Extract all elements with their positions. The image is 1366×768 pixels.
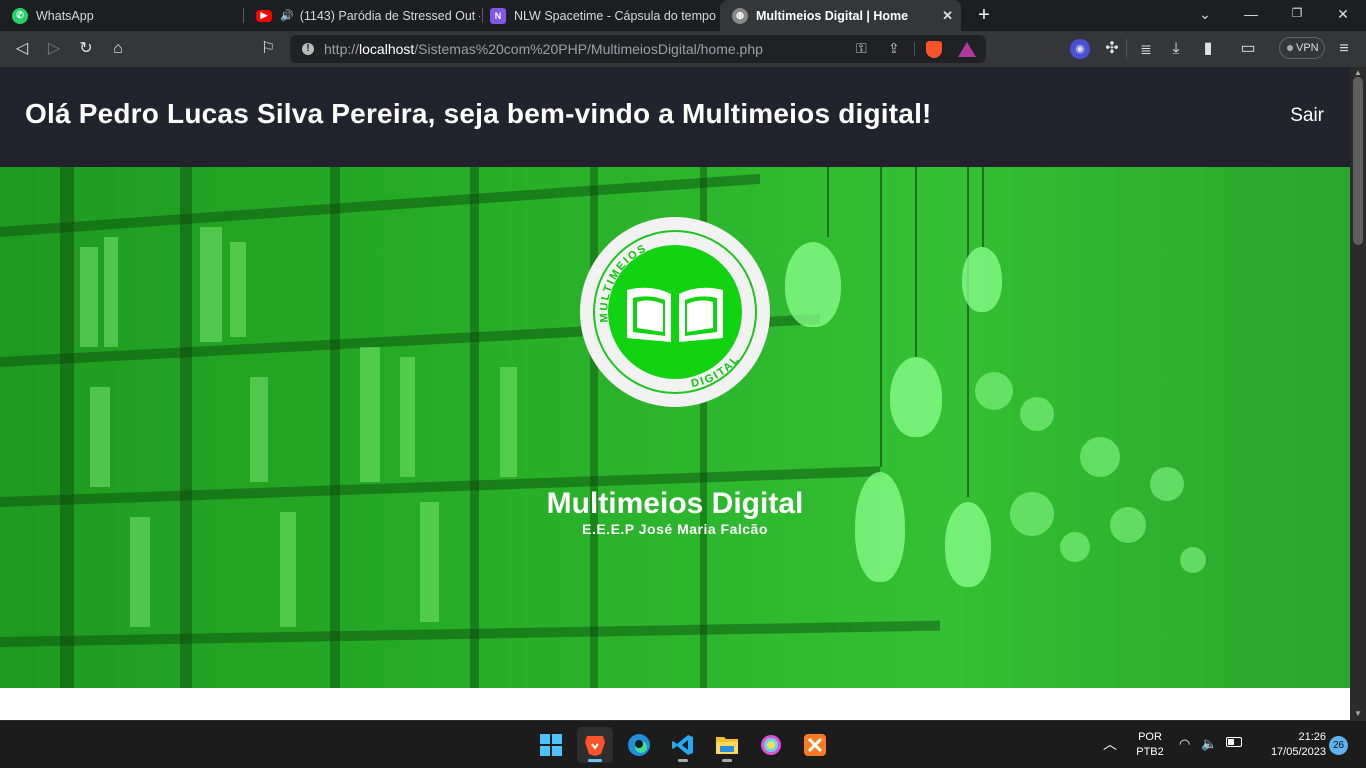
windows-taskbar: ︿ POR PTB2 ◠ 🔈 21:26 17/05/2023 26 (0, 720, 1366, 768)
tab-title: NLW Spacetime - Cápsula do tempo (514, 8, 716, 23)
tab-nlw[interactable]: N NLW Spacetime - Cápsula do tempo (478, 0, 718, 31)
active-indicator (588, 759, 602, 762)
address-toolbar: ◁ ▷ ↻ ⌂ ⚐ ! http://localhost/Sistemas%20… (0, 31, 1366, 67)
svg-text:DIGITAL: DIGITAL (690, 353, 742, 390)
bookmark-icon[interactable]: ⚐ (258, 39, 278, 59)
share-icon[interactable]: ⇪ (888, 40, 900, 57)
battery-icon[interactable] (1226, 737, 1242, 747)
tray-chevron-icon[interactable]: ︿ (1103, 734, 1117, 754)
back-icon[interactable]: ◁ (12, 39, 32, 59)
color-picker-icon[interactable] (753, 727, 789, 763)
nlw-icon: N (490, 7, 506, 24)
restore-icon[interactable]: ❐ (1287, 6, 1307, 20)
screen: ✆ WhatsApp ▶ 🔊 (1143) Paródia de Stresse… (0, 0, 1366, 768)
tab-whatsapp[interactable]: ✆ WhatsApp (0, 0, 240, 31)
key-icon[interactable]: ⚿ (856, 40, 867, 57)
reload-icon[interactable]: ↻ (76, 39, 96, 59)
tab-strip: ✆ WhatsApp ▶ 🔊 (1143) Paródia de Stresse… (0, 0, 1366, 31)
scroll-down-icon[interactable]: ▼ (1353, 710, 1363, 718)
clock[interactable]: 21:26 17/05/2023 (1256, 731, 1326, 758)
youtube-icon: ▶ (256, 9, 272, 22)
url-scheme: http:// (324, 41, 360, 57)
vpn-button[interactable]: VPN (1279, 37, 1325, 59)
running-indicator (678, 759, 688, 762)
vscode-icon[interactable] (665, 727, 701, 763)
sidebar-icon[interactable]: ▮ (1198, 39, 1218, 59)
tab-search-icon[interactable]: ⌄ (1195, 6, 1215, 23)
keyboard-layout: PTB2 (1136, 746, 1164, 758)
whatsapp-icon: ✆ (12, 7, 28, 24)
close-tab-icon[interactable]: ✕ (942, 8, 953, 24)
logout-link[interactable]: Sair (1290, 105, 1324, 127)
open-book-icon (627, 287, 723, 342)
windows-start-icon[interactable] (533, 727, 569, 763)
multimeios-logo: MULTIMEIOS DIGITAL (580, 217, 770, 407)
edge-icon[interactable] (621, 727, 657, 763)
tab-youtube[interactable]: ▶ 🔊 (1143) Paródia de Stressed Out - Y (244, 0, 480, 31)
forward-icon[interactable]: ▷ (44, 39, 64, 59)
site-info-icon[interactable]: ! (302, 43, 314, 55)
tab-title: Multimeios Digital | Home (756, 8, 909, 23)
new-tab-button[interactable]: + (974, 4, 994, 27)
globe-icon: ◍ (732, 7, 748, 24)
close-window-icon[interactable]: ✕ (1333, 6, 1353, 23)
wallet-icon[interactable]: ▭ (1238, 39, 1258, 59)
url-path: /Sistemas%20com%20PHP/MultimeiosDigital/… (414, 41, 763, 57)
tab-title: WhatsApp (36, 8, 94, 23)
divider (914, 42, 915, 56)
download-icon[interactable]: ⤓ (1166, 39, 1186, 59)
minimize-icon[interactable]: — (1241, 6, 1261, 22)
scrollbar-thumb[interactable] (1353, 77, 1363, 245)
url-text[interactable]: http://localhost/Sistemas%20com%20PHP/Mu… (324, 41, 763, 57)
xampp-icon[interactable] (797, 727, 833, 763)
tab-title: (1143) Paródia de Stressed Out - Y (299, 8, 480, 23)
running-indicator (722, 759, 732, 762)
site-header: Olá Pedro Lucas Silva Pereira, seja bem-… (0, 67, 1350, 167)
clock-time: 21:26 (1298, 731, 1326, 743)
playlist-icon[interactable]: ≣ (1136, 39, 1156, 59)
address-bar[interactable]: ! http://localhost/Sistemas%20com%20PHP/… (290, 35, 986, 63)
web-page: Olá Pedro Lucas Silva Pereira, seja bem-… (0, 67, 1350, 720)
clock-date: 17/05/2023 (1270, 746, 1326, 758)
extension-discord-icon[interactable]: ◉ (1070, 39, 1090, 59)
home-icon[interactable]: ⌂ (108, 39, 128, 59)
file-explorer-icon[interactable] (709, 727, 745, 763)
brave-rewards-icon[interactable] (958, 42, 976, 57)
logo-bottom-text: DIGITAL (690, 353, 740, 390)
notification-badge[interactable]: 26 (1329, 736, 1348, 755)
url-host: localhost (359, 41, 415, 57)
extensions-puzzle-icon[interactable]: ✣ (1102, 39, 1122, 59)
divider (1126, 39, 1127, 59)
menu-icon[interactable]: ≡ (1334, 39, 1354, 59)
input-language[interactable]: POR PTB2 (1133, 731, 1167, 758)
scroll-up-icon[interactable]: ▲ (1353, 69, 1363, 77)
speaker-icon[interactable]: 🔊 (280, 9, 294, 22)
page-scrollbar[interactable]: ▲ ▼ (1350, 67, 1366, 720)
volume-icon[interactable]: 🔈 (1201, 736, 1217, 752)
brave-shields-icon[interactable] (926, 41, 942, 58)
language-code: POR (1138, 731, 1162, 743)
wifi-icon[interactable]: ◠ (1179, 736, 1190, 752)
hero-title: Multimeios Digital (546, 487, 804, 520)
tab-multimeios[interactable]: ◍ Multimeios Digital | Home ✕ (720, 0, 961, 31)
hero-banner: MULTIMEIOS DIGITAL Multimeios Digital E.… (0, 167, 1350, 688)
welcome-heading: Olá Pedro Lucas Silva Pereira, seja bem-… (25, 98, 932, 129)
brave-icon[interactable] (577, 727, 613, 763)
hero-subtitle: E.E.E.P José Maria Falcão (582, 521, 768, 537)
